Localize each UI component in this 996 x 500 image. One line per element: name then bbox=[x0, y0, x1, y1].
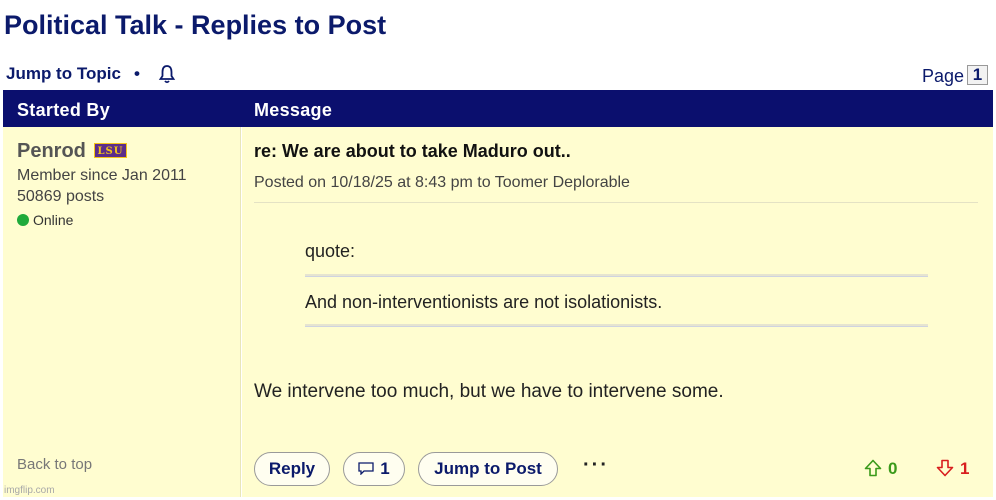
arrow-up-icon bbox=[864, 459, 882, 477]
author-username[interactable]: Penrod bbox=[17, 140, 86, 163]
bell-icon[interactable] bbox=[158, 64, 176, 84]
page-label: Page bbox=[921, 66, 964, 86]
more-options-button[interactable]: ··· bbox=[583, 454, 609, 477]
downvote-count: 1 bbox=[960, 459, 970, 478]
jump-to-post-button[interactable]: Jump to Post bbox=[418, 452, 558, 486]
online-status: Online bbox=[17, 212, 73, 228]
comment-count: 1 bbox=[380, 459, 390, 478]
member-since: Member since Jan 2011 bbox=[17, 167, 187, 184]
online-dot-icon bbox=[17, 214, 29, 226]
author-panel: Penrod LSU Member since Jan 2011 50869 p… bbox=[3, 127, 241, 497]
online-status-label: Online bbox=[33, 212, 74, 228]
page-title: Political Talk - Replies to Post bbox=[4, 10, 387, 40]
back-to-top-link[interactable]: Back to top bbox=[17, 456, 92, 473]
page-number-select[interactable]: 1 bbox=[967, 65, 988, 85]
watermark: imgflip.com bbox=[4, 485, 55, 496]
table-header: Started By Message bbox=[3, 90, 993, 127]
quote-label: quote: bbox=[305, 241, 356, 261]
message-header: Message bbox=[254, 100, 333, 120]
post-count: 50869 posts bbox=[17, 188, 105, 205]
team-badge-icon: LSU bbox=[94, 143, 127, 158]
upvote-count: 0 bbox=[888, 459, 898, 478]
comment-icon bbox=[358, 454, 374, 476]
post-body: We intervene too much, but we have to in… bbox=[254, 381, 724, 402]
post-title: re: We are about to take Maduro out.. bbox=[254, 141, 571, 161]
reply-button[interactable]: Reply bbox=[254, 452, 330, 486]
upvote-button[interactable]: 0 bbox=[864, 459, 897, 479]
started-by-header: Started By bbox=[17, 100, 111, 120]
comment-button[interactable]: 1 bbox=[343, 452, 405, 486]
quote-text: And non-interventionists are not isolati… bbox=[305, 292, 663, 312]
quote-divider-bottom bbox=[305, 324, 928, 327]
topic-toolbar: Jump to Topic • Page 1 bbox=[6, 62, 990, 88]
arrow-down-icon bbox=[936, 459, 954, 477]
separator: • bbox=[134, 64, 140, 83]
divider bbox=[254, 202, 978, 203]
downvote-button[interactable]: 1 bbox=[936, 459, 969, 479]
jump-to-topic-link[interactable]: Jump to Topic bbox=[6, 64, 121, 84]
message-panel: re: We are about to take Maduro out.. Po… bbox=[242, 127, 993, 497]
post-meta: Posted on 10/18/25 at 8:43 pm to Toomer … bbox=[254, 174, 630, 191]
quote-divider-top bbox=[305, 274, 928, 277]
